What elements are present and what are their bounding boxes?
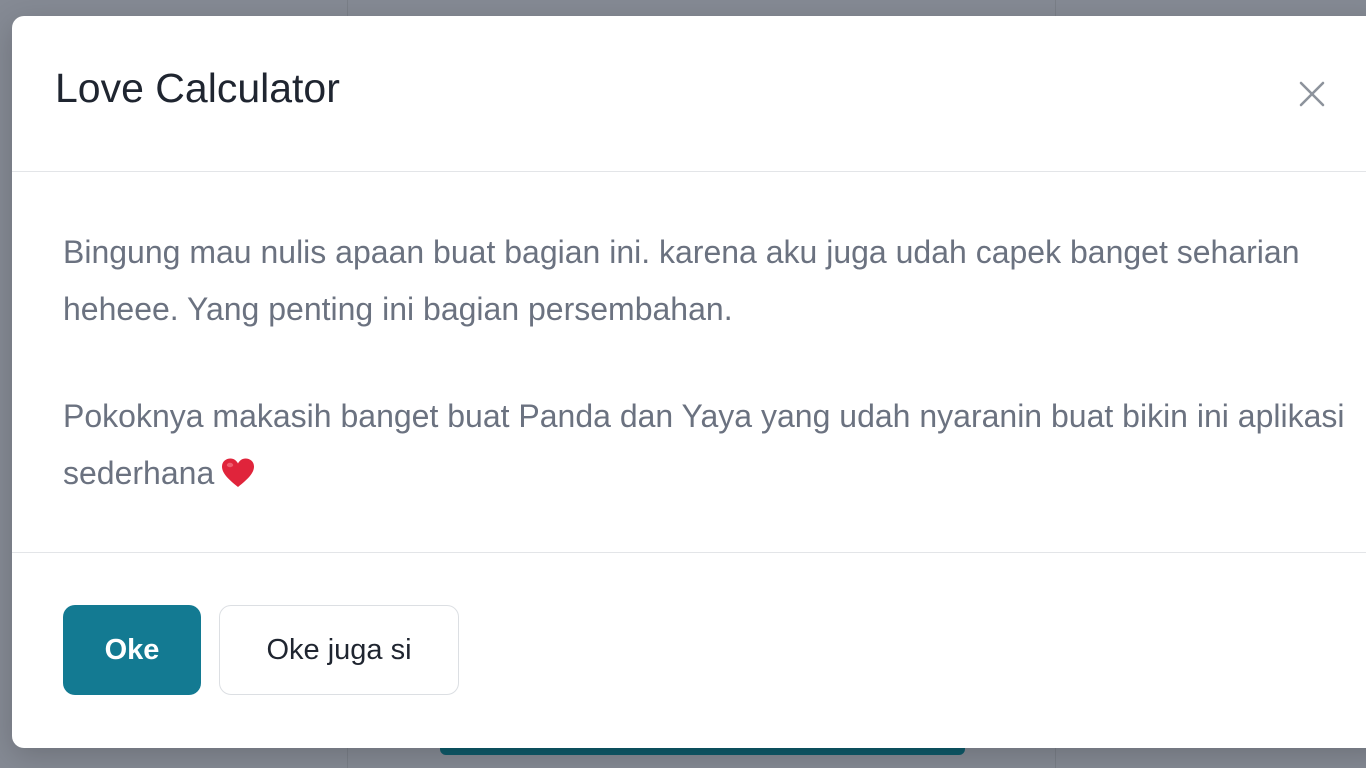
oke-juga-si-button[interactable]: Oke juga si — [219, 605, 459, 695]
love-calculator-modal: Love Calculator Bingung mau nulis apaan … — [12, 16, 1366, 748]
modal-paragraph-dedication: Pokoknya makasih banget buat Panda dan Y… — [63, 388, 1353, 507]
oke-button[interactable]: Oke — [63, 605, 201, 695]
modal-title: Love Calculator — [55, 65, 340, 111]
modal-header: Love Calculator — [12, 16, 1366, 172]
modal-paragraph-thanks-intro: Bingung mau nulis apaan buat bagian ini.… — [63, 234, 1300, 327]
close-button[interactable] — [1292, 74, 1332, 114]
modal-body: Bingung mau nulis apaan buat bagian ini.… — [12, 172, 1366, 553]
close-icon — [1299, 81, 1325, 107]
heart-icon — [220, 450, 256, 507]
modal-footer: Oke Oke juga si — [12, 553, 1366, 748]
